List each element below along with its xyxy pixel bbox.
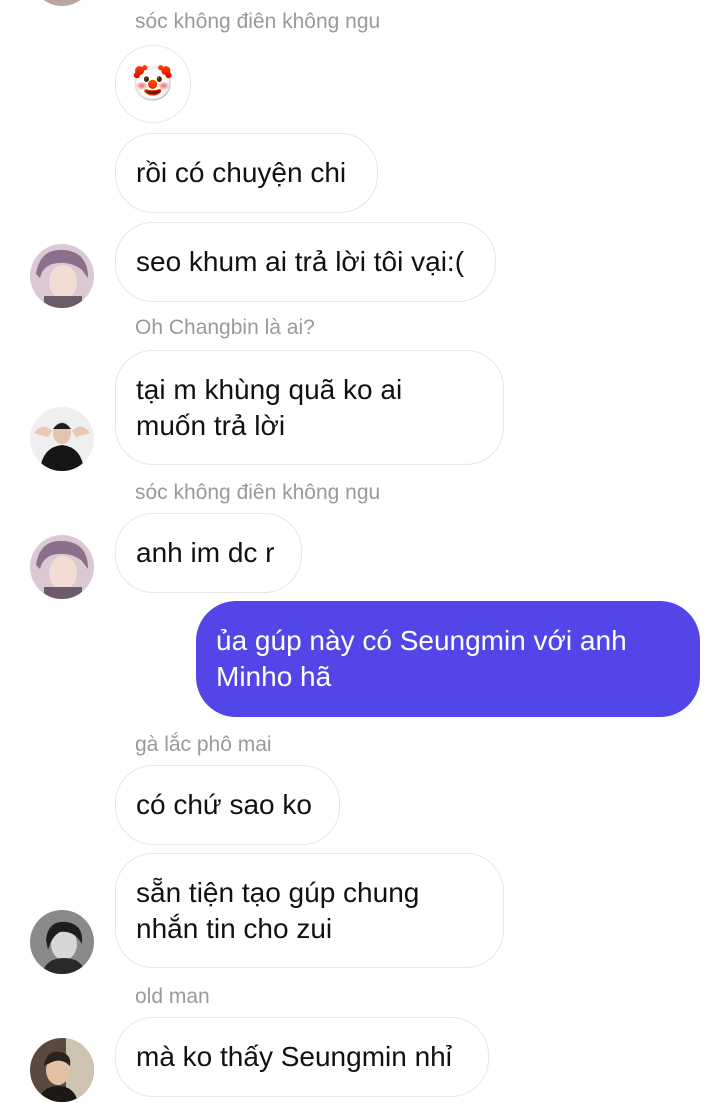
message-bubble[interactable]: rồi có chuyện chi bbox=[115, 133, 378, 213]
sender-name: old man bbox=[135, 985, 210, 1008]
message-bubble[interactable]: mà ko thấy Seungmin nhỉ bbox=[115, 1017, 489, 1097]
message-text-line: nhắn tin cho zui bbox=[136, 912, 333, 944]
avatar[interactable] bbox=[30, 407, 94, 471]
message-bubble[interactable]: sẵn tiện tạo gúp chung nhắn tin cho zui bbox=[115, 853, 504, 968]
sender-name: Oh Changbin là ai? bbox=[135, 316, 315, 339]
avatar-top-partial[interactable] bbox=[30, 0, 94, 6]
message-text: có chứ sao ko bbox=[136, 789, 312, 820]
message-text-line: Minho hã bbox=[216, 661, 332, 692]
message-text-line: sẵn tiện tạo gúp chung bbox=[136, 876, 420, 908]
message-text-line: muốn trả lời bbox=[136, 409, 286, 441]
sender-name: sóc không điên không ngu bbox=[135, 481, 381, 504]
avatar[interactable] bbox=[30, 244, 94, 308]
message-text: mà ko thấy Seungmin nhỉ bbox=[136, 1041, 452, 1072]
sender-name: gà lắc phô mai bbox=[135, 733, 272, 756]
avatar[interactable] bbox=[30, 1038, 94, 1102]
message-text: seo khum ai trả lời tôi vại:( bbox=[136, 246, 465, 277]
message-bubble-emoji[interactable]: 🤡 bbox=[115, 45, 191, 123]
message-bubble[interactable]: tại m khùng quã ko ai muốn trả lời bbox=[115, 350, 504, 465]
message-text: anh im dc r bbox=[136, 537, 275, 568]
avatar[interactable] bbox=[30, 535, 94, 599]
outgoing-message-bubble[interactable]: ủa gúp này có Seungmin với anh Minho hã bbox=[196, 601, 700, 717]
avatar[interactable] bbox=[30, 910, 94, 974]
message-bubble[interactable]: anh im dc r bbox=[115, 513, 302, 593]
message-text-line: tại m khùng quã ko ai bbox=[136, 373, 403, 405]
sender-name: sóc không điên không ngu bbox=[135, 10, 381, 33]
clown-emoji: 🤡 bbox=[131, 65, 175, 103]
message-bubble[interactable]: seo khum ai trả lời tôi vại:( bbox=[115, 222, 496, 302]
message-bubble[interactable]: có chứ sao ko bbox=[115, 765, 340, 845]
message-text-line: ủa gúp này có Seungmin với anh bbox=[216, 625, 627, 656]
message-text: rồi có chuyện chi bbox=[136, 157, 347, 188]
